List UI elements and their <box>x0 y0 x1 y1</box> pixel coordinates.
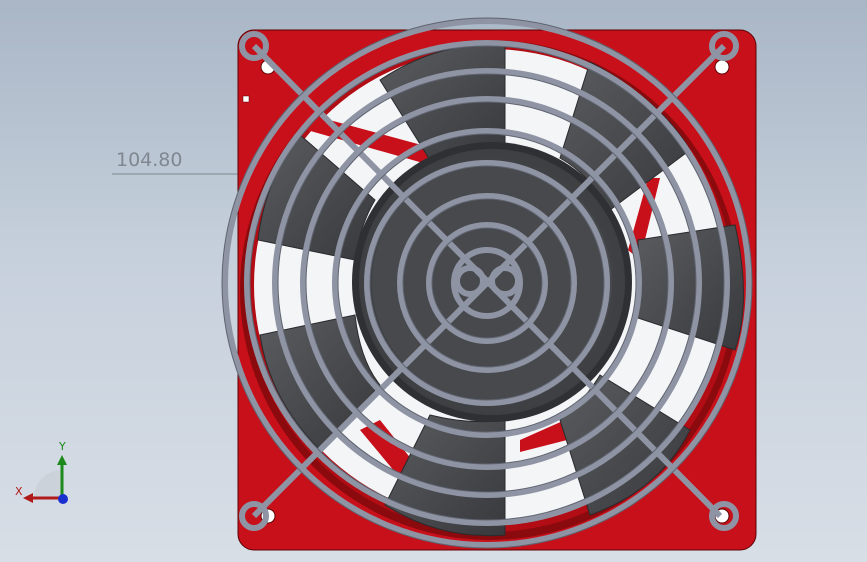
x-axis-label: X <box>15 485 23 498</box>
graphics-area[interactable]: 104.80 Y X <box>0 0 867 562</box>
fan-model[interactable] <box>0 0 867 562</box>
dimension-label[interactable]: 104.80 <box>116 149 182 171</box>
y-axis-label: Y <box>59 440 66 453</box>
finger-guard[interactable] <box>222 18 752 548</box>
coordinate-triad-icon: Y X <box>12 440 82 510</box>
triad-graphic <box>23 455 68 504</box>
